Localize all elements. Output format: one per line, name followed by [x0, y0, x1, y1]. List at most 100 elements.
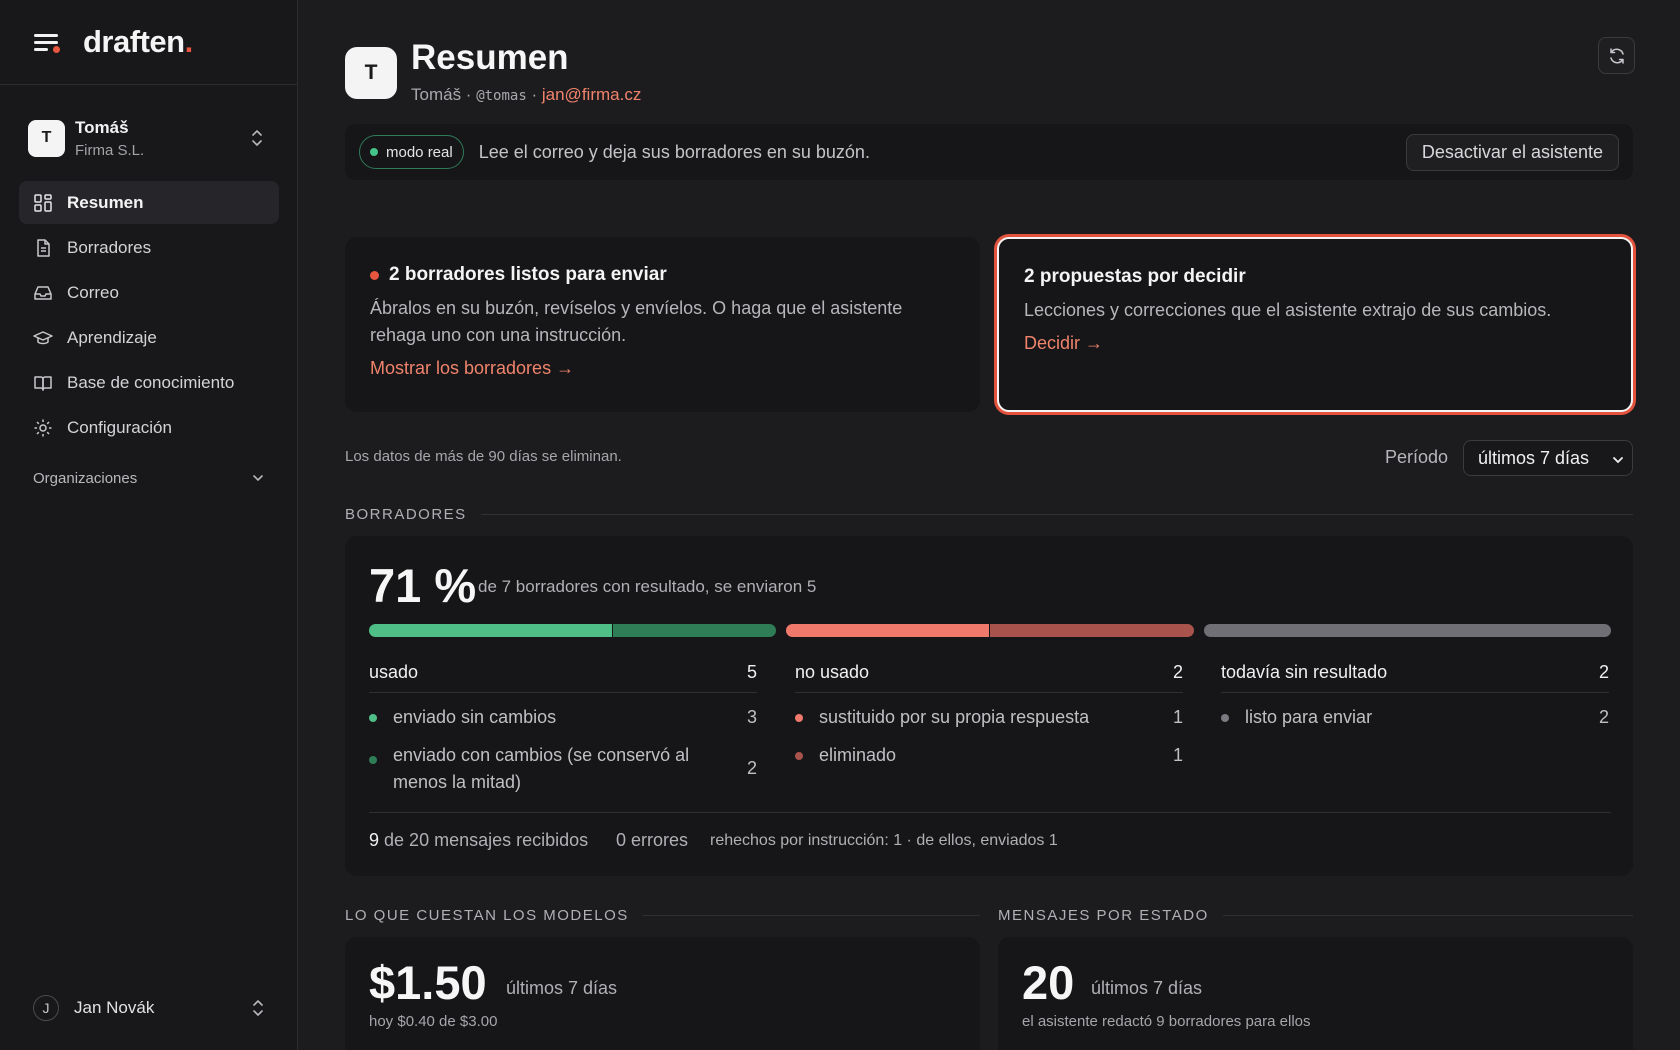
nav-item-configuracion[interactable]: Configuración — [19, 406, 279, 449]
section-title-messages: MENSAJES POR ESTADO — [998, 907, 1633, 924]
legend-dot — [369, 714, 377, 722]
cost-period: últimos 7 días — [506, 978, 618, 998]
legend-dot — [369, 756, 377, 764]
errors-count: 0 errores — [616, 830, 689, 850]
nav-label: Resumen — [67, 192, 144, 212]
column-not-used: no usado 2 sustituido por su propia respu… — [795, 659, 1183, 769]
alert-dot — [370, 270, 379, 280]
separator: · — [461, 85, 477, 104]
nav-item-aprendizaje[interactable]: Aprendizaje — [19, 316, 279, 359]
list-item: listo para enviar 2 — [1221, 704, 1609, 731]
main-content: T Resumen Tomáš · @tomas · jan@firma.cz … — [345, 0, 1635, 1050]
account-name: Tomáš — [411, 85, 462, 104]
legend-dot — [795, 714, 803, 722]
chevron-up-down-icon — [253, 1000, 263, 1016]
list-item: eliminado 1 — [795, 742, 1183, 769]
document-icon — [37, 238, 50, 257]
section-title-text: BORRADORES — [345, 506, 467, 523]
proposals-callout: 2 propuestas por decidir Lecciones y cor… — [997, 237, 1633, 412]
period-label: Período — [1385, 447, 1449, 467]
status-dot — [370, 148, 378, 156]
bar-segment-listo-para-enviar — [1203, 624, 1611, 637]
organizations-toggle[interactable]: Organizaciones — [33, 466, 265, 490]
nav-label: Borradores — [67, 237, 152, 257]
list-item: enviado con cambios (se conservó al meno… — [369, 742, 757, 796]
sidebar: draften. T Tomáš Firma S.L. Resumen Borr… — [0, 0, 298, 1050]
deactivate-assistant-button[interactable]: Desactivar el asistente — [1405, 134, 1619, 171]
refresh-icon — [1609, 47, 1624, 64]
cost-amount: $1.50 — [369, 956, 487, 1009]
received-count: 9 — [369, 830, 380, 850]
retention-note: Los datos de más de 90 días se eliminan. — [345, 448, 622, 465]
redone-summary: rehechos por instrucción: 1 · de ellos, … — [710, 832, 1058, 849]
row-value: 2 — [1598, 707, 1609, 727]
nav-label: Base de conocimiento — [67, 372, 235, 392]
column-title: usado — [369, 662, 419, 682]
show-drafts-link[interactable]: Mostrar los borradores → — [370, 358, 574, 379]
bar-segment-eliminado — [990, 624, 1194, 637]
mode-description: Lee el correo y deja sus borradores en s… — [478, 141, 870, 162]
ready-drafts-callout: 2 borradores listos para enviar Ábralos … — [345, 237, 980, 412]
row-label: eliminado — [819, 745, 897, 765]
mode-bar: modo real Lee el correo y deja sus borra… — [345, 124, 1633, 180]
row-label: listo para enviar — [1245, 707, 1373, 727]
sent-summary: de 7 borradores con resultado, se enviar… — [478, 577, 817, 596]
row-label: enviado sin cambios — [393, 707, 557, 727]
legend-dot — [795, 752, 803, 760]
bar-segment-enviado-con-cambios — [613, 624, 777, 637]
menu-icon[interactable] — [32, 27, 62, 57]
user-menu[interactable]: J Jan Novák — [33, 994, 265, 1022]
user-avatar: J — [33, 995, 59, 1021]
organizations-label: Organizaciones — [33, 469, 138, 487]
chevron-up-down-icon — [252, 130, 262, 146]
brand-logo[interactable]: draften. — [83, 24, 193, 60]
legend-dot — [1221, 714, 1229, 722]
received-text: de 20 mensajes recibidos — [384, 830, 589, 850]
column-total: 5 — [746, 662, 757, 682]
callout-body: Ábralos en su buzón, revíselos y envíelo… — [370, 298, 903, 345]
nav-label: Configuración — [67, 417, 172, 437]
nav-item-base-de-conocimiento[interactable]: Base de conocimiento — [19, 361, 279, 404]
gear-icon — [34, 419, 52, 436]
row-label: sustituido por su propia respuesta — [819, 707, 1090, 727]
workspace-name: Tomáš — [75, 117, 129, 137]
sent-percentage: 71 % — [369, 559, 477, 612]
column-title: todavía sin resultado — [1221, 662, 1388, 682]
mode-badge: modo real — [359, 135, 464, 169]
section-title-drafts: BORRADORES — [345, 506, 1633, 523]
chevron-down-icon — [1613, 457, 1623, 464]
graduation-cap-icon — [33, 330, 53, 344]
callout-title: 2 borradores listos para enviar — [389, 264, 667, 285]
received-messages: 9 de 20 mensajes recibidos — [369, 830, 588, 851]
page-avatar: T — [345, 47, 397, 99]
row-label: enviado con cambios (se conservó al meno… — [393, 745, 690, 792]
row-value: 1 — [1172, 707, 1183, 727]
account-handle: @tomas — [476, 88, 527, 104]
list-item: sustituido por su propia respuesta 1 — [795, 704, 1183, 731]
workspace-org: Firma S.L. — [75, 141, 145, 159]
column-no-result: todavía sin resultado 2 listo para enviar… — [1221, 659, 1609, 731]
section-title-text: LO QUE CUESTAN LOS MODELOS — [345, 907, 629, 924]
workspace-avatar: T — [28, 119, 65, 157]
refresh-button[interactable] — [1598, 37, 1635, 74]
decide-link[interactable]: Decidir → — [1024, 333, 1103, 354]
messages-period: últimos 7 días — [1091, 978, 1203, 998]
sidebar-header: draften. — [0, 0, 297, 85]
dashboard-icon — [34, 193, 52, 212]
nav-item-correo[interactable]: Correo — [19, 271, 279, 314]
nav-item-borradores[interactable]: Borradores — [19, 226, 279, 269]
workspace-switcher[interactable]: T Tomáš Firma S.L. — [28, 112, 276, 164]
nav-item-resumen[interactable]: Resumen — [19, 181, 279, 224]
column-title: no usado — [795, 662, 870, 682]
row-value: 1 — [1172, 745, 1183, 765]
bar-segment-enviado-sin-cambios — [369, 624, 613, 637]
account-email-link[interactable]: jan@firma.cz — [542, 85, 641, 104]
page-subtitle: Tomáš · @tomas · jan@firma.cz — [411, 85, 641, 105]
callout-body: Lecciones y correcciones que el asistent… — [1024, 300, 1552, 320]
column-total: 2 — [1598, 662, 1609, 682]
messages-count: 20 — [1022, 956, 1075, 1009]
list-item: enviado sin cambios 3 — [369, 704, 757, 731]
period-selected: últimos 7 días — [1478, 447, 1590, 468]
period-select[interactable]: últimos 7 días — [1463, 440, 1633, 476]
separator: · — [526, 85, 542, 104]
